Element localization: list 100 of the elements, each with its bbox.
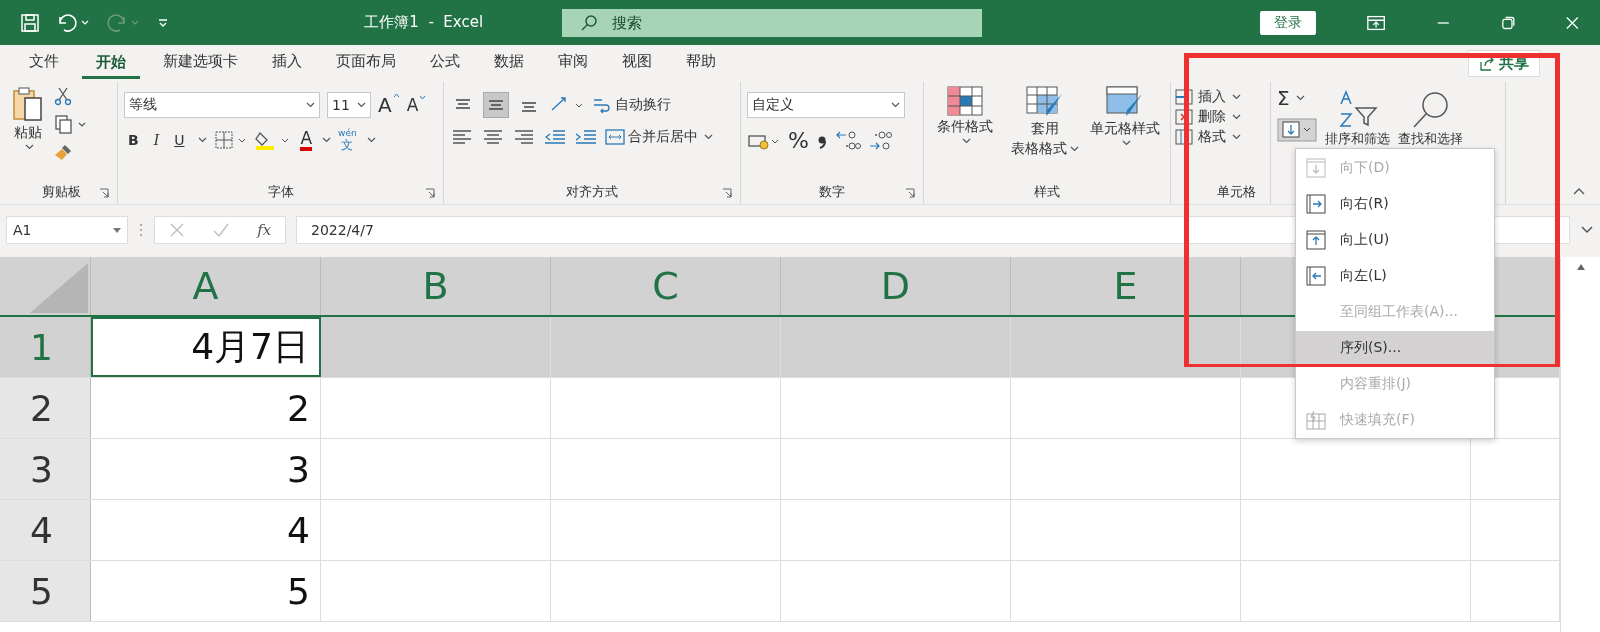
table-cell: 5: [91, 561, 321, 621]
restore-icon[interactable]: [1500, 14, 1516, 31]
grow-font-button[interactable]: A: [378, 93, 400, 117]
ribbon-tab[interactable]: 开始: [82, 48, 140, 79]
menu-item[interactable]: 向左(L): [1296, 259, 1494, 292]
indent-icon[interactable]: [574, 128, 598, 146]
shrink-font-button[interactable]: A: [406, 95, 427, 115]
sort-filter-button[interactable]: 排序和筛选: [1325, 86, 1390, 148]
autosum-button[interactable]: Σ: [1277, 86, 1305, 110]
check-icon[interactable]: [212, 222, 230, 238]
save-icon[interactable]: [20, 12, 40, 33]
ribbon-tab[interactable]: 新建选项卡: [146, 47, 255, 80]
column-header[interactable]: A: [91, 257, 321, 315]
font-size-dropdown[interactable]: 11: [327, 92, 371, 118]
caret-icon[interactable]: [366, 137, 376, 143]
horizontal-align-icon[interactable]: [450, 128, 474, 146]
caret-icon[interactable]: [1232, 114, 1241, 120]
fill-icon[interactable]: [1277, 118, 1317, 142]
caret-icon[interactable]: [322, 137, 332, 143]
group-label: 单元格: [1217, 183, 1256, 201]
scroll-up-icon[interactable]: [1575, 263, 1586, 271]
ribbon-tab[interactable]: 页面布局: [319, 47, 413, 80]
copy-icon[interactable]: [54, 114, 88, 134]
ribbon-tab[interactable]: 公式: [413, 47, 477, 80]
row-header[interactable]: 3: [0, 439, 91, 499]
dropdown-icon[interactable]: [113, 227, 121, 233]
phonetic-button[interactable]: wén 文: [338, 128, 357, 152]
caret-icon[interactable]: [891, 102, 900, 108]
underline-button[interactable]: U: [170, 132, 189, 148]
vertical-align-button[interactable]: [483, 92, 509, 118]
ribbon-tab[interactable]: 审阅: [541, 47, 605, 80]
column-header[interactable]: B: [321, 257, 551, 315]
conditional-format-button[interactable]: 条件格式: [930, 86, 1000, 144]
paste-button[interactable]: 粘贴: [12, 86, 44, 150]
expand-icon[interactable]: [1580, 225, 1594, 235]
caret-icon[interactable]: [25, 144, 34, 150]
caret-icon[interactable]: [1232, 134, 1241, 140]
share-icon: [1479, 55, 1495, 72]
find-select-button[interactable]: 查找和选择: [1398, 86, 1463, 148]
down-caret-icon: [419, 95, 427, 100]
column-header[interactable]: D: [781, 257, 1011, 315]
merge-icon: [605, 128, 625, 146]
cell-styles-button[interactable]: 单元格样式: [1090, 86, 1160, 146]
scissors-icon[interactable]: [54, 86, 72, 106]
percent-button[interactable]: %: [788, 128, 809, 153]
login-button[interactable]: 登录: [1259, 10, 1316, 35]
wrap-icon: [592, 96, 612, 114]
brush-icon[interactable]: [54, 142, 74, 162]
table-cell: 4月7日: [91, 317, 321, 377]
bold-button[interactable]: B: [124, 132, 143, 148]
row-header[interactable]: 4: [0, 500, 91, 560]
delete-cells-button[interactable]: 删除: [1175, 108, 1264, 126]
dialog-launcher-icon[interactable]: [425, 188, 435, 198]
caret-icon[interactable]: [704, 134, 713, 140]
ribbon-tab[interactable]: 视图: [605, 47, 669, 80]
decrease-decimal-icon[interactable]: [867, 128, 894, 153]
format-cells-button[interactable]: 格式: [1175, 128, 1264, 146]
italic-button[interactable]: I: [149, 132, 164, 148]
font-name-dropdown[interactable]: 等线: [124, 92, 320, 118]
caret-icon[interactable]: [962, 138, 971, 144]
merge-center-button[interactable]: 合并后居中: [605, 128, 713, 146]
insert-cells-button[interactable]: 插入: [1175, 88, 1264, 106]
caret-icon[interactable]: [357, 102, 366, 108]
outdent-icon[interactable]: [543, 128, 567, 146]
close-icon[interactable]: [1565, 14, 1580, 31]
collapse-ribbon-icon[interactable]: [1572, 186, 1586, 196]
caret-icon[interactable]: [198, 137, 208, 143]
horizontal-align-icon[interactable]: [481, 128, 505, 146]
up-caret-icon: [392, 93, 400, 98]
caret-icon[interactable]: [1070, 146, 1079, 152]
row-header[interactable]: 2: [0, 378, 91, 438]
caret-icon[interactable]: [1232, 94, 1241, 100]
dialog-launcher-icon[interactable]: [99, 188, 109, 198]
increase-decimal-icon[interactable]: [834, 128, 861, 153]
ribbon-tab[interactable]: 帮助: [669, 47, 733, 80]
format-as-table-button[interactable]: 套用 表格格式: [1010, 86, 1080, 158]
column-header[interactable]: C: [551, 257, 781, 315]
font-color-button[interactable]: A: [300, 129, 313, 151]
horizontal-align-icon[interactable]: [512, 128, 536, 146]
ribbon-tab[interactable]: 插入: [255, 47, 319, 80]
caret-icon[interactable]: [1295, 95, 1305, 101]
ribbon-tab[interactable]: 文件: [12, 47, 76, 80]
wrap-text-button[interactable]: 自动换行: [592, 96, 671, 114]
dialog-launcher-icon[interactable]: [722, 188, 732, 198]
window-title: 工作簿1 - Excel: [363, 13, 485, 32]
menu-item[interactable]: 序列(S)...: [1296, 331, 1494, 364]
row-header[interactable]: 5: [0, 561, 91, 621]
undo-icon[interactable]: [56, 12, 90, 33]
column-header[interactable]: E: [1011, 257, 1241, 315]
search-field[interactable]: 搜索: [561, 8, 982, 37]
table-cell: 2: [91, 378, 321, 438]
insert-function-button[interactable]: fx: [257, 221, 272, 239]
name-box[interactable]: A1: [6, 216, 128, 244]
ribbon-tab[interactable]: 数据: [477, 47, 541, 80]
row-header[interactable]: 1: [0, 317, 91, 377]
caret-icon[interactable]: [1122, 140, 1131, 146]
caret-icon[interactable]: [306, 102, 315, 108]
grip-icon: [138, 222, 144, 238]
number-format-dropdown[interactable]: 自定义: [747, 92, 905, 118]
dialog-launcher-icon[interactable]: [905, 188, 915, 198]
